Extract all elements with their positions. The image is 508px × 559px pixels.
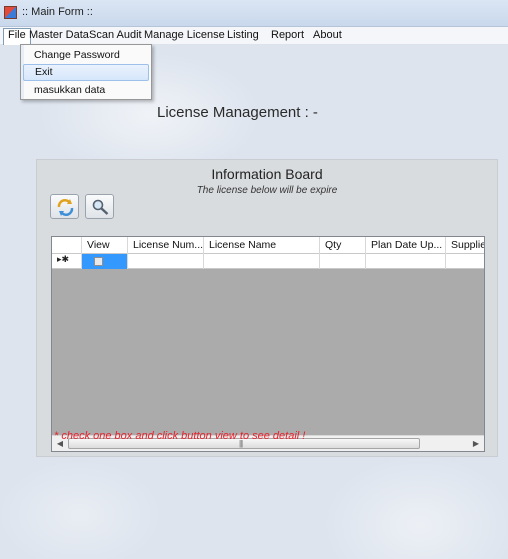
qty-cell[interactable] — [320, 254, 366, 269]
column-header-view[interactable]: View — [82, 237, 128, 254]
menu-listing[interactable]: Listing — [223, 29, 263, 45]
table-row-new[interactable]: ▸✱ — [52, 254, 484, 269]
supplier-cell[interactable] — [446, 254, 484, 269]
row-header-cell: ▸✱ — [52, 254, 82, 269]
view-checkbox[interactable] — [94, 257, 103, 266]
view-cell[interactable] — [82, 254, 128, 269]
license-name-cell[interactable] — [204, 254, 320, 269]
app-icon — [4, 6, 17, 19]
menu-report[interactable]: Report — [267, 29, 308, 45]
grid-header: View License Num... License Name Qty Pla… — [52, 237, 484, 254]
information-board: Information Board The license below will… — [36, 159, 498, 457]
file-dropdown-menu: Change Password Exit masukkan data — [20, 44, 152, 100]
plan-date-cell[interactable] — [366, 254, 446, 269]
license-grid[interactable]: View License Num... License Name Qty Pla… — [51, 236, 485, 452]
client-area: License Management : - Information Board… — [0, 45, 508, 559]
title-bar: :: Main Form :: — [0, 0, 508, 27]
board-title: Information Board — [211, 166, 323, 182]
view-button[interactable] — [85, 194, 114, 219]
refresh-button[interactable] — [50, 194, 79, 219]
column-header-plan-date[interactable]: Plan Date Up... — [366, 237, 446, 254]
column-header-qty[interactable]: Qty — [320, 237, 366, 254]
column-header-license-number[interactable]: License Num... — [128, 237, 204, 254]
refresh-icon — [57, 199, 74, 216]
menu-item-change-password[interactable]: Change Password — [23, 47, 149, 64]
scroll-right-icon[interactable]: ▶ — [469, 438, 483, 450]
column-header-license-name[interactable]: License Name — [204, 237, 320, 254]
new-row-marker: ▸✱ — [57, 255, 70, 265]
row-header-corner — [52, 237, 82, 254]
page-title: License Management : - — [157, 104, 318, 121]
license-number-cell[interactable] — [128, 254, 204, 269]
instruction-note: * check one box and click button view to… — [54, 430, 306, 442]
menu-scan-audit[interactable]: Scan Audit — [85, 29, 146, 45]
menu-item-masukkan-data[interactable]: masukkan data — [23, 82, 149, 99]
menu-item-exit[interactable]: Exit — [23, 64, 149, 81]
column-header-supplier[interactable]: Supplie — [446, 237, 484, 254]
search-icon — [92, 199, 109, 215]
menu-bar: File Master Data Scan Audit Manage Licen… — [0, 27, 508, 45]
window-title: :: Main Form :: — [22, 6, 93, 18]
menu-about[interactable]: About — [309, 29, 346, 45]
menu-manage-license[interactable]: Manage License — [140, 29, 229, 45]
menu-master-data[interactable]: Master Data — [25, 29, 93, 45]
